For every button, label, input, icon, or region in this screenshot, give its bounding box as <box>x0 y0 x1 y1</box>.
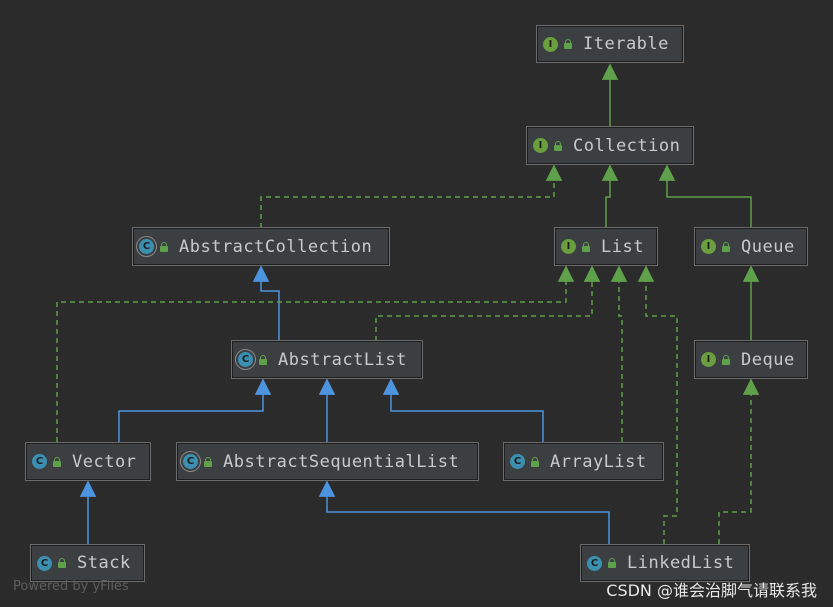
interface-icon: I <box>561 239 576 254</box>
abstract-class-icon: C <box>183 454 198 469</box>
powered-by-watermark: Powered by yFiles <box>13 579 129 594</box>
abstract-class-icon: C <box>139 239 154 254</box>
node-abstract-list[interactable]: C AbstractList <box>231 340 423 379</box>
lock-icon <box>58 558 67 568</box>
edge-linkedlist-abstractsequentiallist <box>318 480 610 544</box>
node-label: List <box>601 236 644 257</box>
csdn-watermark: CSDN @谁会治脚气请联系我 <box>606 581 817 600</box>
interface-icon: I <box>701 239 716 254</box>
edge-linkedlist-list <box>637 265 678 544</box>
node-abstract-sequential-list[interactable]: C AbstractSequentialList <box>176 442 479 481</box>
lock-icon <box>160 241 169 252</box>
node-label: Collection <box>573 135 681 156</box>
node-label: AbstractList <box>278 349 407 370</box>
node-label: Deque <box>741 349 795 370</box>
node-label: AbstractSequentialList <box>223 451 460 472</box>
edge-abstractcollection-collection <box>260 164 563 228</box>
node-queue[interactable]: I Queue <box>694 227 808 266</box>
lock-icon <box>722 354 731 365</box>
edge-linkedlist-deque <box>718 378 760 544</box>
class-icon: C <box>37 555 52 571</box>
node-label: LinkedList <box>627 553 735 573</box>
lock-icon <box>608 558 617 568</box>
class-icon: C <box>32 454 47 469</box>
node-vector[interactable]: C Vector <box>25 442 151 481</box>
node-label: Queue <box>741 236 795 257</box>
edge-arraylist-list <box>610 265 628 442</box>
node-collection[interactable]: I Collection <box>526 126 694 165</box>
interface-icon: I <box>533 138 548 153</box>
lock-icon <box>259 354 268 365</box>
edges-layer <box>56 63 760 544</box>
lock-icon <box>722 241 731 252</box>
node-abstract-collection[interactable]: C AbstractCollection <box>132 227 390 266</box>
lock-icon <box>53 456 62 467</box>
lock-icon <box>531 456 540 467</box>
edge-arraylist-abstractlist <box>382 378 544 442</box>
node-label: Stack <box>77 553 131 573</box>
node-list[interactable]: I List <box>554 227 658 266</box>
edge-vector-abstractlist <box>118 378 272 442</box>
node-iterable[interactable]: I Iterable <box>536 25 684 63</box>
lock-icon <box>554 140 563 151</box>
abstract-class-icon: C <box>238 352 253 367</box>
edge-abstractlist-list <box>375 265 601 341</box>
node-label: ArrayList <box>550 451 647 472</box>
node-label: Iterable <box>583 34 669 54</box>
lock-icon <box>564 39 573 49</box>
class-icon: C <box>587 555 602 571</box>
edge-abstractlist-abstractcollection <box>252 265 280 341</box>
interface-icon: I <box>543 36 558 52</box>
interface-icon: I <box>701 352 716 367</box>
lock-icon <box>204 456 213 467</box>
edge-list-collection <box>601 164 619 228</box>
node-array-list[interactable]: C ArrayList <box>503 442 664 481</box>
edge-queue-collection <box>658 164 752 228</box>
class-hierarchy-diagram: I Iterable I Collection C AbstractCollec… <box>0 0 833 607</box>
node-label: Vector <box>72 451 137 472</box>
node-deque[interactable]: I Deque <box>694 340 808 379</box>
class-icon: C <box>510 454 525 469</box>
node-stack[interactable]: C Stack <box>30 544 145 582</box>
lock-icon <box>582 241 591 252</box>
node-label: AbstractCollection <box>179 236 373 257</box>
